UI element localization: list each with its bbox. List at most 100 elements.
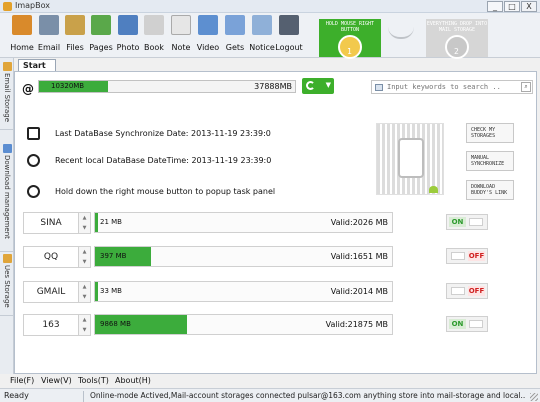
account-valid: Valid:2026 MB [330,218,388,227]
account-usage-bar: 21 MB Valid:2026 MB [94,212,393,233]
sidebar-tab-download[interactable]: Download management [0,142,14,252]
start-panel: @ 10320MB 37888MB ▼ ⌕ Last DataBase Sync… [14,71,537,374]
account-row: QQ ▲ ▼ 397 MB Valid:1651 MB OFF [23,246,531,268]
total-capacity: 37888MB [254,82,292,91]
account-toggle-on[interactable]: ON [446,214,488,230]
sidebar-tab-label: Email Storage [3,73,11,123]
check-storages-button[interactable]: CHECK MY STORAGES [466,123,514,143]
total-storage-bar: 10320MB 37888MB [38,80,296,93]
download-link-button[interactable]: DOWNLOAD BUDDY'S LINK [466,180,514,200]
sidebar-tab-label: Download management [3,155,11,239]
local-value: 2013-11-19 23:39:0 [191,156,272,165]
account-usage-edge [95,213,98,232]
android-icon [429,186,438,193]
clock-icon [27,154,40,167]
app-icon [3,2,12,11]
account-name[interactable]: GMAIL [23,281,79,303]
resize-grip[interactable] [530,393,538,401]
clock-icon [27,185,40,198]
toggle-on-label: ON [449,319,466,329]
menu-tools[interactable]: Tools(T) [78,376,109,385]
qr-code [376,123,444,195]
email-storage-icon [2,62,12,71]
toggle-knob [469,320,483,328]
phone-icon [398,138,424,178]
toggle-on-label: ON [449,217,466,227]
account-row: 163 ▲ ▼ 9868 MB Valid:21875 MB ON [23,314,531,336]
account-name[interactable]: QQ [23,246,79,268]
account-row: GMAIL ▲ ▼ 33 MB Valid:2014 MB OFF [23,281,531,303]
account-stepper[interactable]: ▲ ▼ [79,281,91,303]
toolbar-logout[interactable]: Logout [275,15,303,57]
status-ready: Ready [4,391,84,402]
account-name[interactable]: 163 [23,314,79,336]
tab-start[interactable]: Start [18,59,56,71]
sidebar-tab-email-storage[interactable]: Email Storage [0,60,14,130]
notice-icon [252,15,272,35]
video-icon [198,15,218,35]
account-usage-bar: 397 MB Valid:1651 MB [94,246,393,267]
account-used: 33 MB [100,287,122,295]
photo-icon [118,15,138,35]
refresh-icon [306,81,315,90]
tip-step2-number: 2 [454,47,459,56]
account-toggle-off[interactable]: OFF [446,248,488,264]
sidebar-tab-ues-storage[interactable]: Ues Storage [0,252,14,316]
sync-text: Last DataBase Synchronize Date: 2013-11-… [55,129,271,138]
search-input[interactable] [387,82,512,92]
account-name[interactable]: SINA [23,212,79,234]
toggle-knob [451,287,465,295]
at-icon: @ [22,82,34,96]
gets-icon [225,15,245,35]
tab-strip: Start [14,58,540,71]
hint-text: Hold down the right mouse button to popu… [55,187,276,196]
account-used: 397 MB [100,252,127,260]
tip-step1: HOLD MOUSE RIGHT BUTTON 1 [319,19,381,59]
book-icon [144,15,164,35]
account-usage-bar: 9868 MB Valid:21875 MB [94,314,393,335]
minimize-button[interactable]: _ [487,1,503,12]
toggle-off-label: OFF [468,251,485,261]
window-title: ImapBox [15,1,51,10]
search-button[interactable]: ⌕ [521,82,531,92]
tip-step1-badge: 1 [338,35,362,59]
account-valid: Valid:1651 MB [330,252,388,261]
account-valid: Valid:2014 MB [330,287,388,296]
refresh-button[interactable]: ▼ [302,78,334,94]
logout-icon [279,15,299,35]
account-stepper[interactable]: ▲ ▼ [79,246,91,268]
search-field-icon [375,84,383,91]
toggle-knob [469,218,483,226]
local-text: Recent local DataBase DateTime: 2013-11-… [55,156,271,165]
tip-step2-text: EVERYTHING DROP INTO MAIL STORAGE [426,21,488,33]
account-stepper[interactable]: ▲ ▼ [79,314,91,336]
download-icon [2,144,12,153]
chevron-down-icon: ▼ [325,81,331,89]
search-box: ⌕ [371,80,533,94]
toggle-off-label: OFF [468,286,485,296]
sidebar-tab-label: Ues Storage [3,265,11,308]
account-toggle-off[interactable]: OFF [446,283,488,299]
account-used: 21 MB [100,218,122,226]
menu-about[interactable]: About(H) [115,376,151,385]
manual-sync-button[interactable]: MANUAL SYNCHRONIZE [466,151,514,171]
tip-step2-badge: 2 [445,35,469,59]
close-button[interactable]: X [521,1,537,12]
toolbar-logout-label: Logout [275,43,303,52]
note-icon [171,15,191,35]
menu-bar: File(F) View(V) Tools(T) About(H) [0,374,540,388]
app-window: ImapBox _ □ X Home Email Files Pages Pho… [0,0,540,402]
pages-icon [91,15,111,35]
menu-file[interactable]: File(F) [10,376,34,385]
account-used: 9868 MB [100,320,131,328]
local-label: Recent local DataBase DateTime: [55,156,189,165]
ues-storage-icon [2,254,12,263]
database-icon [27,127,40,140]
window-controls: _ □ X [487,1,537,12]
maximize-button[interactable]: □ [504,1,520,12]
account-stepper[interactable]: ▲ ▼ [79,212,91,234]
status-bar: Ready Online-mode Actived,Mail-account s… [0,388,540,402]
account-usage-bar: 33 MB Valid:2014 MB [94,281,393,302]
menu-view[interactable]: View(V) [41,376,72,385]
account-toggle-on[interactable]: ON [446,316,488,332]
